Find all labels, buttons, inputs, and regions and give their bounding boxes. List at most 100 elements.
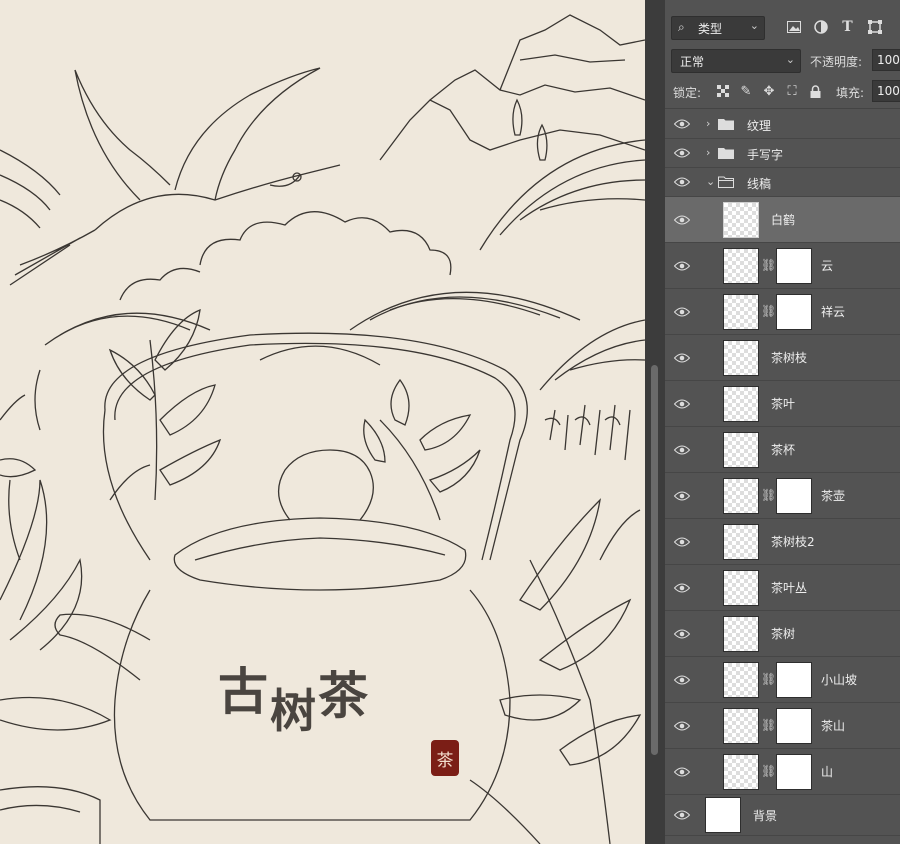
link-icon[interactable]: ⛓ [761,304,776,318]
document-canvas[interactable]: 古树茶 茶 [0,0,645,844]
type-filter-icon[interactable]: T [837,16,858,37]
layer-row[interactable]: ⛓ 山 [665,749,900,795]
eye-icon[interactable] [674,445,690,455]
layer-thumbnail[interactable] [723,386,759,422]
title-char-1: 古 [218,662,270,721]
blend-mode-value: 正常 [680,55,705,69]
layer-name: 小山坡 [821,673,858,687]
canvas-vertical-scrollbar[interactable] [645,0,665,844]
chevron-right-icon[interactable]: › [706,146,710,159]
layer-thumbnail[interactable] [723,524,759,560]
layer-thumbnail[interactable] [723,340,759,376]
opacity-label: 不透明度: [810,55,863,69]
layer-name: 祥云 [821,305,846,319]
layer-name: 茶树 [771,627,796,641]
layer-thumbnail[interactable] [723,616,759,652]
layer-row[interactable]: 茶树枝2 [665,519,900,565]
layer-row[interactable]: 茶叶 [665,381,900,427]
lock-all-icon[interactable] [807,82,823,100]
link-icon[interactable]: ⛓ [761,672,776,686]
adjustment-filter-icon[interactable] [810,16,831,37]
opacity-input[interactable]: 100% [872,49,900,71]
layers-panel: ⌕ 类型 ⌄ T 正常 ⌄ 不透明度: 100% 锁定: [665,0,900,844]
eye-icon[interactable] [674,675,690,685]
eye-icon[interactable] [674,177,690,187]
eye-icon[interactable] [674,148,690,158]
layer-thumbnail[interactable] [723,432,759,468]
eye-icon[interactable] [674,491,690,501]
eye-icon[interactable] [674,721,690,731]
link-icon[interactable]: ⛓ [761,764,776,778]
layer-row[interactable]: ⛓ 茶山 [665,703,900,749]
lock-transparent-pixels-icon[interactable] [715,82,731,100]
layer-thumbnail[interactable] [723,662,759,698]
layer-name: 茶山 [821,719,846,733]
chevron-right-icon[interactable]: › [706,117,710,130]
layer-row[interactable]: 茶叶丛 [665,565,900,611]
eye-icon[interactable] [674,215,690,225]
layer-row[interactable]: 茶树枝 [665,335,900,381]
eye-icon[interactable] [674,629,690,639]
eye-icon[interactable] [674,353,690,363]
chevron-down-icon: ⌄ [785,53,795,66]
eye-icon[interactable] [674,810,690,820]
layer-row[interactable]: ⛓ 云 [665,243,900,289]
image-filter-icon[interactable] [783,16,804,37]
layer-thumbnail[interactable] [723,478,759,514]
layer-row[interactable]: ⛓ 小山坡 [665,657,900,703]
layer-thumbnail[interactable] [723,294,759,330]
layer-group-row[interactable]: ⌄ 线稿 [665,168,900,197]
layer-group-row[interactable]: › 纹理 [665,110,900,139]
lock-row: 锁定: ✎ ✥ ⛶ 填充: 100% [665,76,900,109]
link-icon[interactable]: ⛓ [761,258,776,272]
layer-group-row[interactable]: › 手写字 [665,139,900,168]
link-icon[interactable]: ⛓ [761,718,776,732]
background-layer-row[interactable]: 背景 [665,795,900,836]
group-name: 纹理 [747,119,772,133]
layer-thumbnail[interactable] [723,708,759,744]
fill-label: 填充: [836,86,865,100]
layer-kind-filter[interactable]: ⌕ 类型 ⌄ [671,16,765,40]
layer-name: 山 [821,765,834,779]
layer-thumbnail[interactable] [705,797,741,833]
eye-icon[interactable] [674,261,690,271]
folder-icon [718,147,734,159]
layer-mask-thumbnail[interactable] [776,708,812,744]
layer-row[interactable]: ⛓ 茶壶 [665,473,900,519]
layer-thumbnail[interactable] [723,248,759,284]
layer-row[interactable]: 白鹤 [665,197,900,243]
eye-icon[interactable] [674,307,690,317]
fill-input[interactable]: 100% [872,80,900,102]
lock-position-icon[interactable]: ✥ [761,82,777,100]
layer-thumbnail[interactable] [723,570,759,606]
scrollbar-thumb[interactable] [651,365,658,755]
lock-image-pixels-icon[interactable]: ✎ [738,82,754,100]
layer-mask-thumbnail[interactable] [776,248,812,284]
layer-row[interactable]: 茶树 [665,611,900,657]
shape-filter-icon[interactable] [864,16,885,37]
eye-icon[interactable] [674,399,690,409]
layer-mask-thumbnail[interactable] [776,754,812,790]
lock-artboard-icon[interactable]: ⛶ [784,82,800,100]
layer-row[interactable]: ⛓ 祥云 [665,289,900,335]
layer-thumbnail[interactable] [723,754,759,790]
group-name: 手写字 [747,148,784,162]
eye-icon[interactable] [674,767,690,777]
eye-icon[interactable] [674,583,690,593]
layer-mask-thumbnail[interactable] [776,478,812,514]
search-icon: ⌕ [678,20,685,34]
title-char-2: 树 [270,684,318,738]
blend-mode-select[interactable]: 正常 ⌄ [671,49,801,73]
layer-row[interactable]: 茶杯 [665,427,900,473]
layer-filter-row: ⌕ 类型 ⌄ T [665,0,900,46]
layer-mask-thumbnail[interactable] [776,294,812,330]
link-icon[interactable]: ⛓ [761,488,776,502]
layer-thumbnail[interactable] [723,202,759,238]
layer-mask-thumbnail[interactable] [776,662,812,698]
layer-name: 茶叶丛 [771,581,808,595]
layer-name: 茶杯 [771,443,796,457]
eye-icon[interactable] [674,537,690,547]
eye-icon[interactable] [674,119,690,129]
layer-name: 背景 [753,809,778,823]
chevron-down-icon[interactable]: ⌄ [706,175,715,188]
